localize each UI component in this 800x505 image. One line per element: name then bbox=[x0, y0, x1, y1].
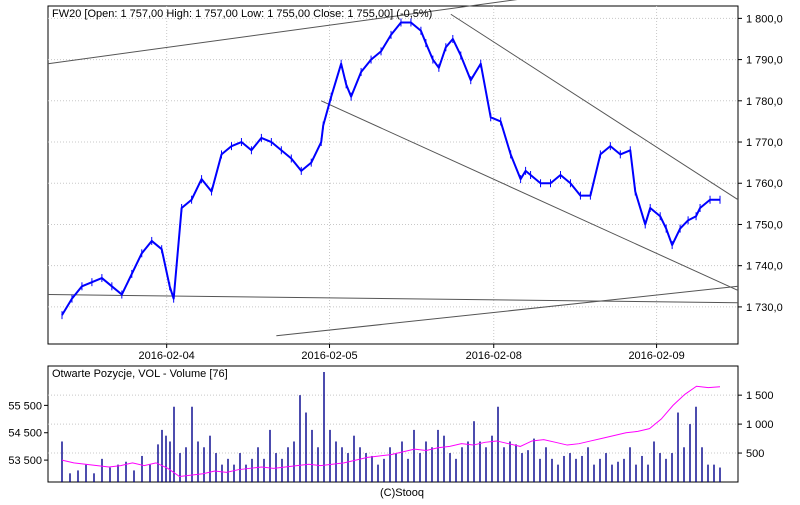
price-panel-frame bbox=[47, 5, 739, 345]
price-y-tick-label: 1 790,0 bbox=[746, 55, 783, 67]
volume-tick-label: 1 500 bbox=[746, 390, 774, 402]
open-interest-tick-label: 54 500 bbox=[8, 428, 42, 440]
price-x-tick-label: 2016-02-09 bbox=[628, 350, 684, 362]
volume-tick-label: 1 000 bbox=[746, 419, 774, 431]
price-y-tick-label: 1 740,0 bbox=[746, 261, 783, 273]
stooq-chart: 1 730,0 1 740,0 1 750,0 1 760,0 1 770,0 1 780… bbox=[8, 0, 783, 499]
volume-tick-label: 500 bbox=[746, 448, 764, 460]
price-y-tick-label: 1 770,0 bbox=[746, 137, 783, 149]
footer-credit: (C)Stooq bbox=[380, 487, 424, 499]
price-y-tick-label: 1 760,0 bbox=[746, 178, 783, 190]
volume-axis: 500 1 000 1 500 bbox=[738, 390, 774, 460]
open-interest-tick-label: 55 500 bbox=[8, 400, 42, 412]
price-y-tick-label: 1 730,0 bbox=[746, 302, 783, 314]
price-y-tick-label: 1 800,0 bbox=[746, 13, 783, 25]
price-x-axis: 2016-02-04 2016-02-05 2016-02-08 2016-02-09 bbox=[139, 344, 685, 362]
price-y-tick-label: 1 750,0 bbox=[746, 219, 783, 231]
open-interest-tick-label: 53 500 bbox=[8, 455, 42, 467]
price-panel-title: FW20 [Open: 1 757,00 High: 1 757,00 Low:… bbox=[52, 8, 432, 20]
volume-panel-title: Otwarte Pozycje, VOL - Volume [76] bbox=[52, 368, 228, 380]
price-x-tick-label: 2016-02-08 bbox=[466, 350, 522, 362]
open-interest-axis: 53 500 54 500 55 500 bbox=[8, 400, 48, 467]
chart-stage: 1 730,0 1 740,0 1 750,0 1 760,0 1 770,0 1 780… bbox=[0, 0, 800, 500]
price-y-tick-label: 1 780,0 bbox=[746, 96, 783, 108]
price-y-axis: 1 730,0 1 740,0 1 750,0 1 760,0 1 770,0 1 780… bbox=[738, 13, 783, 314]
price-x-tick-label: 2016-02-05 bbox=[301, 350, 357, 362]
price-x-tick-label: 2016-02-04 bbox=[139, 350, 195, 362]
